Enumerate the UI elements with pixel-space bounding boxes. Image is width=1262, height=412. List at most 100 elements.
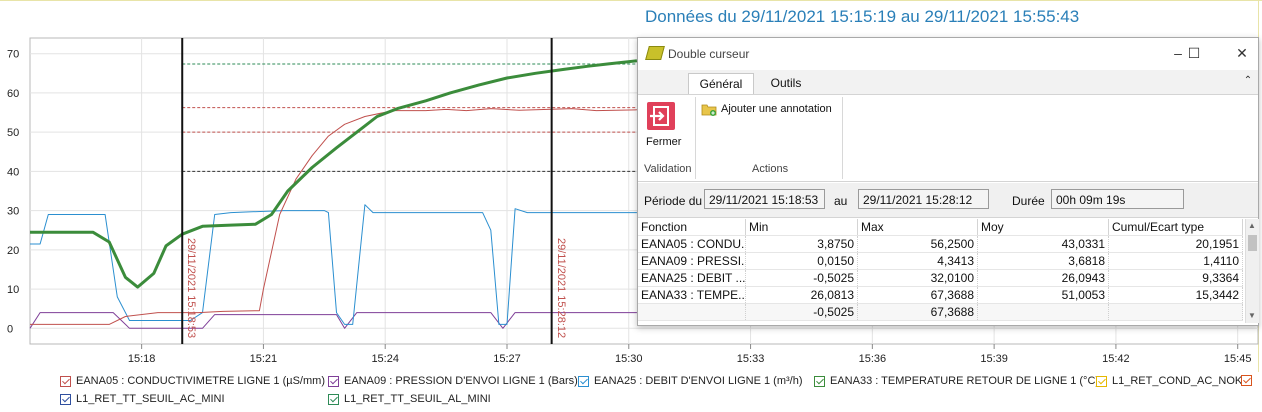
x-tick-label: 15:33 bbox=[737, 353, 765, 365]
add-annotation-button[interactable]: Ajouter une annotation bbox=[721, 103, 832, 115]
legend-item-eana05[interactable]: EANA05 : CONDUCTIVIMETRE LIGNE 1 (µS/mm) bbox=[60, 375, 325, 387]
y-tick-label: 60 bbox=[7, 88, 19, 100]
cell-cumul: 9,3364 bbox=[1109, 270, 1243, 286]
checkbox-icon[interactable] bbox=[1096, 375, 1107, 387]
table-header: Fonction Min Max Moy Cumul/Ecart type bbox=[638, 219, 1243, 236]
collapse-ribbon-icon[interactable]: ⌃ bbox=[1238, 73, 1258, 89]
maximize-icon[interactable]: ☐ bbox=[1184, 45, 1204, 61]
cell-fonction bbox=[638, 304, 746, 320]
col-fonction[interactable]: Fonction bbox=[638, 219, 746, 235]
fermer-button[interactable]: Fermer bbox=[646, 136, 681, 148]
x-tick-label: 15:45 bbox=[1224, 353, 1252, 365]
x-tick-label: 15:42 bbox=[1102, 353, 1130, 365]
ribbon-tabs: Général Outils ⌃ bbox=[638, 70, 1258, 94]
cell-cumul: 20,1951 bbox=[1109, 236, 1243, 252]
col-moy[interactable]: Moy bbox=[978, 219, 1109, 235]
cell-fonction: EANA05 : CONDU... bbox=[638, 236, 746, 252]
x-tick-label: 15:18 bbox=[128, 353, 156, 365]
period-bar: Période du 29/11/2021 15:18:53 au 29/11/… bbox=[638, 183, 1258, 218]
checkbox-icon[interactable] bbox=[578, 375, 589, 387]
cell-moy: 26,0943 bbox=[978, 270, 1109, 286]
tab-general[interactable]: Général bbox=[688, 73, 754, 94]
duration-field[interactable]: 00h 09m 19s bbox=[1051, 189, 1184, 209]
table-scrollbar[interactable]: ▲ ▼ bbox=[1245, 219, 1259, 323]
dialog-title: Double curseur bbox=[668, 47, 750, 61]
double-cursor-dialog: Double curseur – ☐ ✕ Général Outils ⌃ Fe… bbox=[637, 37, 1259, 326]
table-row[interactable]: EANA25 : DEBIT ... -0,5025 32,0100 26,09… bbox=[638, 270, 1243, 287]
legend-label: L1_RET_TT_SEUIL_AC_MINI bbox=[76, 393, 225, 405]
y-tick-label: 70 bbox=[7, 49, 19, 61]
y-tick-label: 0 bbox=[7, 323, 13, 335]
duration-label: Durée bbox=[1012, 194, 1045, 208]
period-to-label: au bbox=[834, 194, 848, 208]
checkbox-icon[interactable] bbox=[814, 375, 825, 387]
y-tick-label: 50 bbox=[7, 127, 19, 139]
period-from-field[interactable]: 29/11/2021 15:18:53 bbox=[704, 189, 825, 209]
col-cumul[interactable]: Cumul/Ecart type bbox=[1109, 219, 1243, 235]
scroll-up-icon[interactable]: ▲ bbox=[1248, 221, 1256, 230]
cell-cumul: 15,3442 bbox=[1109, 287, 1243, 303]
cell-moy: 51,0053 bbox=[978, 287, 1109, 303]
legend-label: L1_RET_TT_SEUIL_AL_MINI bbox=[344, 393, 491, 405]
cell-moy: 3,6818 bbox=[978, 253, 1109, 269]
cell-cumul bbox=[1109, 304, 1243, 320]
legend-item-eana25[interactable]: EANA25 : DEBIT D'ENVOI LIGNE 1 (m³/h) bbox=[578, 375, 803, 387]
table-row[interactable]: EANA05 : CONDU... 3,8750 56,2500 43,0331… bbox=[638, 236, 1243, 253]
checkbox-icon[interactable] bbox=[60, 393, 71, 405]
cell-fonction: EANA33 : TEMPE... bbox=[638, 287, 746, 303]
group-validation-label: Validation bbox=[644, 163, 692, 175]
checkbox-icon[interactable] bbox=[1241, 375, 1252, 386]
legend-item-eana33[interactable]: EANA33 : TEMPERATURE RETOUR DE LIGNE 1 (… bbox=[814, 375, 1099, 387]
x-tick-label: 15:24 bbox=[371, 353, 399, 365]
cell-moy: 43,0331 bbox=[978, 236, 1109, 252]
col-max[interactable]: Max bbox=[858, 219, 978, 235]
x-tick-label: 15:36 bbox=[859, 353, 887, 365]
period-to-field[interactable]: 29/11/2021 15:28:12 bbox=[858, 189, 989, 209]
group-actions-label: Actions bbox=[752, 163, 789, 175]
cell-min: 3,8750 bbox=[746, 236, 858, 252]
ribbon: Fermer Validation Ajouter une annotation… bbox=[638, 94, 1258, 182]
cell-max: 56,2500 bbox=[858, 236, 978, 252]
folder-add-icon[interactable] bbox=[701, 103, 717, 116]
cell-moy bbox=[978, 304, 1109, 320]
x-tick-label: 15:30 bbox=[615, 353, 643, 365]
legend-item-tt-seuil-al-mini[interactable]: L1_RET_TT_SEUIL_AL_MINI bbox=[328, 393, 491, 405]
checkbox-icon[interactable] bbox=[328, 375, 339, 387]
table-row[interactable]: EANA33 : TEMPE... 26,0813 67,3688 51,005… bbox=[638, 287, 1243, 304]
cursor-1-label: 29/11/2021 15:18:53 bbox=[185, 238, 198, 339]
cell-min: 0,0150 bbox=[746, 253, 858, 269]
col-min[interactable]: Min bbox=[746, 219, 858, 235]
legend-label: L1_RET_COND_AC_NOK bbox=[1112, 375, 1243, 387]
exit-icon[interactable] bbox=[646, 101, 676, 131]
chart-title: Données du 29/11/2021 15:15:19 au 29/11/… bbox=[645, 7, 1080, 26]
cell-fonction: EANA25 : DEBIT ... bbox=[638, 270, 746, 286]
legend-item-extra[interactable] bbox=[1241, 375, 1257, 386]
x-tick-label: 15:27 bbox=[493, 353, 521, 365]
checkbox-icon[interactable] bbox=[60, 375, 71, 387]
legend-item-cond-ac-nok[interactable]: L1_RET_COND_AC_NOK bbox=[1096, 375, 1242, 387]
checkbox-icon[interactable] bbox=[328, 393, 339, 405]
dialog-titlebar[interactable]: Double curseur – ☐ ✕ bbox=[638, 38, 1258, 70]
y-tick-label: 30 bbox=[7, 206, 19, 218]
cell-min: -0,5025 bbox=[746, 270, 858, 286]
scroll-thumb[interactable] bbox=[1248, 235, 1257, 251]
legend-item-tt-seuil-ac-mini[interactable]: L1_RET_TT_SEUIL_AC_MINI bbox=[60, 393, 225, 405]
y-tick-label: 10 bbox=[7, 284, 19, 296]
cell-fonction: EANA09 : PRESSI... bbox=[638, 253, 746, 269]
cursor-2-label: 29/11/2021 15:28:12 bbox=[554, 238, 567, 339]
legend-label: EANA09 : PRESSION D'ENVOI LIGNE 1 (Bars) bbox=[344, 375, 578, 387]
legend-item-eana09[interactable]: EANA09 : PRESSION D'ENVOI LIGNE 1 (Bars) bbox=[328, 375, 578, 387]
close-icon[interactable]: ✕ bbox=[1232, 45, 1252, 61]
cell-cumul: 1,4110 bbox=[1109, 253, 1243, 269]
table-summary-row: -0,5025 67,3688 bbox=[638, 304, 1243, 321]
x-tick-label: 15:39 bbox=[980, 353, 1008, 365]
period-from-label: Période du bbox=[644, 194, 703, 208]
group-separator bbox=[695, 97, 696, 179]
cell-min: 26,0813 bbox=[746, 287, 858, 303]
x-tick-label: 15:21 bbox=[250, 353, 278, 365]
table-row[interactable]: EANA09 : PRESSI... 0,0150 4,3413 3,6818 … bbox=[638, 253, 1243, 270]
tab-outils[interactable]: Outils bbox=[758, 73, 814, 94]
cell-min: -0,5025 bbox=[746, 304, 858, 320]
legend-label: EANA33 : TEMPERATURE RETOUR DE LIGNE 1 (… bbox=[830, 375, 1100, 387]
scroll-down-icon[interactable]: ▼ bbox=[1248, 311, 1256, 320]
